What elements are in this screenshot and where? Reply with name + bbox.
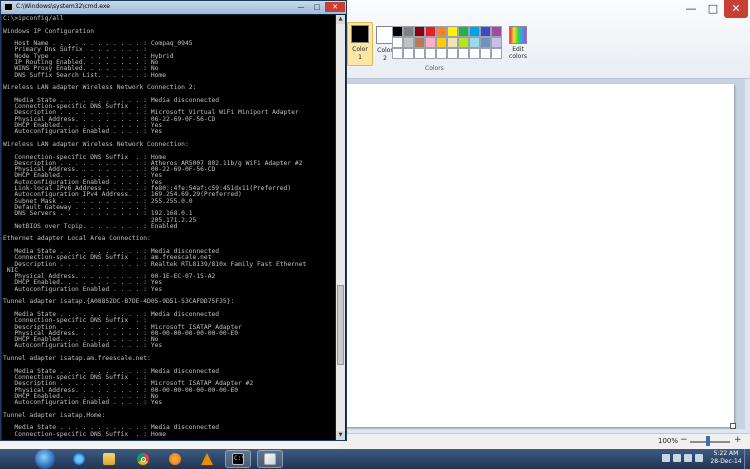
cmd-close-button[interactable]: ✕ bbox=[325, 2, 345, 12]
zoom-slider[interactable] bbox=[690, 441, 730, 443]
zoom-in-button[interactable]: + bbox=[734, 435, 742, 445]
scroll-thumb[interactable] bbox=[337, 285, 344, 365]
cmd-window-title: C:\Windows\system32\cmd.exe bbox=[16, 3, 110, 10]
palette-swatch[interactable] bbox=[480, 26, 491, 37]
scroll-up-arrow-icon[interactable]: ▲ bbox=[336, 15, 345, 24]
color-2-label: Color 2 bbox=[377, 47, 393, 62]
paint-ribbon: — □ ✕ Color 1 Color 2 Edit colors Colors bbox=[340, 0, 750, 79]
clock[interactable]: 5:22 AM 28-Dec-14 bbox=[705, 450, 747, 466]
media-player-icon bbox=[169, 453, 181, 465]
palette-swatch[interactable] bbox=[392, 37, 403, 48]
taskbar-paint[interactable] bbox=[257, 450, 283, 468]
clock-date: 28-Dec-14 bbox=[710, 458, 742, 465]
cmd-icon bbox=[4, 3, 13, 11]
canvas-resize-handle[interactable] bbox=[730, 423, 736, 429]
palette-swatch[interactable] bbox=[425, 48, 436, 59]
palette-swatch[interactable] bbox=[469, 37, 480, 48]
palette-swatch[interactable] bbox=[436, 26, 447, 37]
cmd-title-bar[interactable]: C:\Windows\system32\cmd.exe — □ ✕ bbox=[1, 1, 346, 14]
palette-swatch[interactable] bbox=[491, 48, 502, 59]
cmd-scrollbar[interactable]: ▲ ▼ bbox=[336, 15, 345, 440]
palette-swatch[interactable] bbox=[491, 37, 502, 48]
paint-status-bar: 100% − + bbox=[340, 433, 750, 450]
palette-swatch[interactable] bbox=[480, 48, 491, 59]
color-palette bbox=[392, 26, 502, 60]
palette-swatch[interactable] bbox=[436, 37, 447, 48]
paint-title-bar: — □ ✕ bbox=[340, 0, 750, 20]
scroll-down-arrow-icon[interactable]: ▼ bbox=[336, 431, 345, 440]
console-text: C:\>ipconfig/all Windows IP Configuratio… bbox=[3, 15, 307, 438]
cmd-maximize-button[interactable]: □ bbox=[309, 2, 325, 12]
show-desktop-button[interactable] bbox=[744, 449, 750, 469]
color-1-swatch bbox=[351, 25, 369, 43]
color-1-button[interactable]: Color 1 bbox=[347, 22, 373, 66]
folder-icon bbox=[103, 453, 115, 465]
taskbar-cmd[interactable]: C:\ bbox=[225, 450, 251, 468]
zoom-out-button[interactable]: − bbox=[680, 435, 688, 445]
paint-minimize-button[interactable]: — bbox=[680, 0, 702, 18]
cmd-minimize-button[interactable]: — bbox=[293, 2, 309, 12]
vlc-cone-icon bbox=[201, 453, 213, 465]
color-1-label: Color 1 bbox=[352, 46, 368, 61]
palette-swatch[interactable] bbox=[491, 26, 502, 37]
volume-icon[interactable] bbox=[695, 454, 703, 462]
drawing-canvas[interactable] bbox=[346, 84, 736, 429]
paint-window: — □ ✕ Color 1 Color 2 Edit colors Colors… bbox=[340, 0, 750, 450]
zoom-slider-thumb[interactable] bbox=[706, 436, 710, 446]
taskbar-file-explorer[interactable] bbox=[96, 450, 122, 468]
taskbar-vlc[interactable] bbox=[194, 450, 220, 468]
internet-explorer-icon bbox=[73, 453, 85, 465]
chrome-icon bbox=[137, 453, 149, 465]
palette-swatch[interactable] bbox=[480, 37, 491, 48]
taskbar-internet-explorer[interactable] bbox=[66, 450, 92, 468]
palette-swatch[interactable] bbox=[436, 48, 447, 59]
palette-swatch[interactable] bbox=[458, 37, 469, 48]
taskbar-media-player[interactable] bbox=[162, 450, 188, 468]
palette-swatch[interactable] bbox=[392, 26, 403, 37]
colors-group-label: Colors bbox=[425, 65, 444, 72]
palette-swatch[interactable] bbox=[414, 26, 425, 37]
color-wheel-icon bbox=[509, 26, 527, 44]
palette-swatch[interactable] bbox=[403, 26, 414, 37]
network-icon[interactable] bbox=[673, 454, 681, 462]
paint-icon bbox=[264, 453, 276, 465]
palette-swatch[interactable] bbox=[469, 48, 480, 59]
edit-colors-label: Edit colors bbox=[509, 46, 527, 60]
palette-swatch[interactable] bbox=[458, 48, 469, 59]
cmd-window: C:\Windows\system32\cmd.exe — □ ✕ C:\>ip… bbox=[0, 0, 347, 441]
zoom-level: 100% bbox=[658, 437, 679, 445]
palette-swatch[interactable] bbox=[469, 26, 480, 37]
taskbar: C:\ 5:22 AM 28-Dec-14 bbox=[0, 449, 750, 469]
paint-close-button[interactable]: ✕ bbox=[724, 0, 748, 18]
edit-colors-button[interactable]: Edit colors bbox=[507, 24, 529, 64]
palette-swatch[interactable] bbox=[425, 26, 436, 37]
taskbar-chrome[interactable] bbox=[130, 450, 156, 468]
palette-swatch[interactable] bbox=[414, 48, 425, 59]
start-button[interactable] bbox=[35, 449, 55, 469]
flag-icon[interactable] bbox=[684, 454, 692, 462]
palette-swatch[interactable] bbox=[392, 48, 403, 59]
palette-swatch[interactable] bbox=[403, 37, 414, 48]
show-hidden-icons-icon[interactable] bbox=[662, 454, 670, 462]
palette-swatch[interactable] bbox=[447, 48, 458, 59]
palette-swatch[interactable] bbox=[403, 48, 414, 59]
palette-swatch[interactable] bbox=[447, 37, 458, 48]
clock-time: 5:22 AM bbox=[713, 450, 739, 457]
paint-maximize-button[interactable]: □ bbox=[702, 0, 724, 18]
console-output[interactable]: C:\>ipconfig/all Windows IP Configuratio… bbox=[2, 15, 335, 440]
palette-swatch[interactable] bbox=[458, 26, 469, 37]
canvas-area bbox=[340, 79, 745, 429]
palette-swatch[interactable] bbox=[425, 37, 436, 48]
palette-swatch[interactable] bbox=[414, 37, 425, 48]
palette-swatch[interactable] bbox=[447, 26, 458, 37]
cmd-icon: C:\ bbox=[232, 453, 245, 465]
